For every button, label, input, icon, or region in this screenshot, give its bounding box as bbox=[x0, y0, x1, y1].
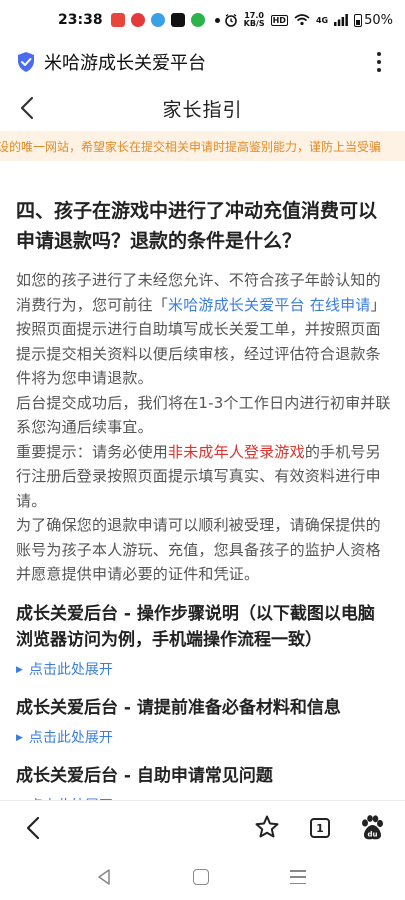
browser-toolbar: 1 du bbox=[0, 800, 405, 856]
battery-indicator: 50% bbox=[354, 13, 393, 28]
expand-label: 点击此处展开 bbox=[28, 661, 113, 678]
collapsible-section: 成长关爱后台 - 请提前准备必备材料和信息 ▶ 点击此处展开 bbox=[16, 695, 391, 749]
expand-toggle[interactable]: ▶ 点击此处展开 bbox=[16, 659, 391, 681]
more-notifications-dot bbox=[214, 17, 220, 23]
article-heading: 四、孩子在游戏中进行了冲动充值消费可以申请退款吗？退款的条件是什么？ bbox=[16, 200, 378, 252]
menu-line-icon bbox=[290, 870, 306, 872]
app-header: 米哈游成长关爱平台 bbox=[0, 42, 405, 82]
page-nav: 家长指引 bbox=[0, 86, 405, 130]
baidu-paw-icon[interactable]: du bbox=[358, 814, 386, 842]
system-recents-button[interactable] bbox=[290, 870, 306, 884]
battery-icon bbox=[354, 13, 363, 27]
network-speed-unit: KB/S bbox=[243, 19, 265, 28]
section-title: 成长关爱后台 - 操作步骤说明（以下截图以电脑浏览器访问为例，手机端操作流程一致… bbox=[16, 603, 375, 650]
signal-type: 4G bbox=[315, 15, 329, 25]
more-options-button[interactable] bbox=[369, 48, 389, 76]
notification-app-icon bbox=[130, 13, 145, 27]
system-home-button[interactable] bbox=[193, 869, 209, 885]
system-nav-bar bbox=[0, 856, 405, 900]
wifi-icon bbox=[294, 14, 310, 26]
status-time: 23:38 bbox=[58, 12, 103, 28]
collapsible-section: 成长关爱后台 - 操作步骤说明（以下截图以电脑浏览器访问为例，手机端操作流程一致… bbox=[16, 601, 391, 681]
more-dot-icon bbox=[377, 60, 381, 64]
menu-line-icon bbox=[290, 882, 306, 884]
article-content: 四、孩子在游戏中进行了冲动充值消费可以申请退款吗？退款的条件是什么？ 如您的孩子… bbox=[16, 196, 391, 817]
system-back-button[interactable] bbox=[96, 868, 112, 886]
article-paragraph: 后台提交成功后，我们将在1-3个工作日内进行初审并联系您沟通后续事宜。 bbox=[16, 393, 391, 437]
more-dot-icon bbox=[377, 68, 381, 72]
tabs-button[interactable]: 1 bbox=[310, 818, 330, 838]
menu-line-icon bbox=[290, 876, 306, 878]
notification-app-icon bbox=[150, 13, 165, 27]
battery-percent: 50% bbox=[364, 12, 393, 28]
network-speed: 17.0 KB/S bbox=[244, 12, 265, 28]
notification-app-icon bbox=[110, 13, 125, 27]
article-paragraph: 如您的孩子进行了未经您允许、不符合孩子年龄认知的消费行为，您可前往「米哈游成长关… bbox=[16, 268, 391, 391]
highlight-text: 非未成年人登录游戏 bbox=[168, 442, 305, 461]
notice-banner: 设的唯一网站，希望家长在提交相关申请时提高鉴别能力，谨防上当受骗 bbox=[0, 131, 405, 161]
article-paragraph: 为了确保您的退款申请可以顺利被受理，请确保提供的账号为孩子本人游玩、充值，您具备… bbox=[16, 516, 381, 583]
notice-text: 设的唯一网站，希望家长在提交相关申请时提高鉴别能力，谨防上当受骗 bbox=[0, 140, 382, 154]
notification-app-icon bbox=[190, 13, 205, 27]
status-bar: 23:38 17.0 KB/S HD 4G 50% bbox=[0, 0, 405, 40]
expand-toggle[interactable]: ▶ 点击此处展开 bbox=[16, 727, 391, 749]
signal-icon bbox=[334, 14, 348, 26]
alarm-icon bbox=[224, 13, 237, 27]
svg-text:du: du bbox=[368, 831, 378, 839]
more-dot-icon bbox=[377, 52, 381, 56]
page-title: 家长指引 bbox=[162, 98, 243, 121]
section-title: 成长关爱后台 - 自助申请常见问题 bbox=[16, 765, 273, 786]
app-title: 米哈游成长关爱平台 bbox=[44, 53, 206, 74]
paragraph-text: 重要提示：请务必使用 bbox=[16, 442, 169, 461]
section-title: 成长关爱后台 - 请提前准备必备材料和信息 bbox=[16, 697, 341, 718]
shield-check-icon bbox=[18, 52, 34, 72]
triangle-right-icon: ▶ bbox=[16, 732, 23, 743]
back-button[interactable] bbox=[14, 94, 42, 122]
bookmark-star-button[interactable] bbox=[254, 814, 280, 840]
tiktok-icon bbox=[170, 13, 185, 27]
expand-label: 点击此处展开 bbox=[28, 729, 113, 746]
browser-back-button[interactable] bbox=[20, 813, 48, 843]
online-apply-link[interactable]: 米哈游成长关爱平台 在线申请 bbox=[168, 296, 371, 314]
important-notice-paragraph: 重要提示：请务必使用非未成年人登录游戏的手机号另行注册后登录按照页面提示填写真实… bbox=[16, 440, 391, 514]
triangle-right-icon: ▶ bbox=[16, 664, 23, 675]
hd-badge: HD bbox=[270, 14, 288, 26]
